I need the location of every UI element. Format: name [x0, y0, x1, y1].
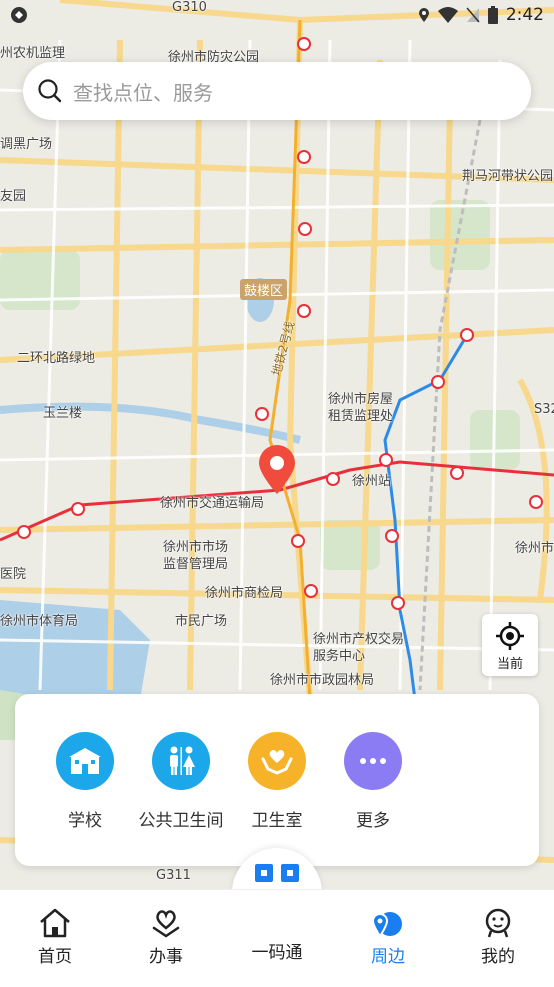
map-poi-label: 徐州市市政园林局 — [270, 673, 375, 688]
nearby-services-panel: 学校 公共卫生间 卫生室 更多 — [15, 694, 539, 866]
map-poi-label: 调黑广场 — [0, 137, 53, 152]
service-heart-icon — [152, 910, 180, 938]
map-poi-label: 徐州市商检局 — [205, 586, 284, 601]
health-room-icon — [248, 732, 306, 790]
status-time: 2:42 — [505, 5, 544, 25]
map-poi-label: 医院 — [0, 567, 27, 582]
location-pin-icon[interactable] — [256, 444, 298, 496]
service-label: 卫生室 — [251, 811, 303, 831]
district-label: 鼓楼区 — [240, 279, 288, 300]
nearby-map-icon — [371, 912, 402, 938]
map-poi-label: 市民广场 — [175, 614, 228, 629]
map-poi-label: 徐州站 — [352, 474, 392, 489]
map-poi-label: 玉兰楼 — [43, 406, 83, 421]
search-input[interactable]: 查找点位、服务 — [73, 77, 213, 106]
map-poi-label: 荆马河带状公园 — [462, 169, 554, 184]
location-status-icon — [418, 8, 429, 22]
map-poi-label: 服务中心 — [313, 649, 366, 664]
no-signal-icon — [466, 7, 480, 23]
tab-qr[interactable]: 一码通 — [232, 890, 322, 963]
wifi-icon — [437, 7, 458, 23]
more-icon — [344, 732, 402, 790]
tab-label: 我的 — [481, 947, 515, 967]
tab-label: 首页 — [38, 947, 72, 967]
school-icon — [56, 732, 114, 790]
profile-icon — [485, 908, 511, 938]
service-more[interactable]: 更多 — [328, 732, 418, 831]
map-poi-label: 徐州市体育局 — [0, 614, 79, 629]
search-bar[interactable]: 查找点位、服务 — [23, 62, 531, 120]
map-poi-label: 友园 — [0, 189, 27, 204]
tab-services[interactable]: 办事 — [121, 890, 211, 967]
tab-home[interactable]: 首页 — [10, 890, 100, 967]
search-icon — [38, 79, 62, 103]
home-icon — [40, 908, 70, 938]
tab-nearby[interactable]: 周边 — [343, 890, 433, 967]
app-notification-icon — [11, 7, 27, 23]
crosshair-icon — [496, 622, 524, 650]
tab-profile[interactable]: 我的 — [453, 890, 543, 967]
service-school[interactable]: 学校 — [40, 732, 130, 831]
map-poi-label: 监督管理局 — [163, 557, 229, 572]
locate-current-button[interactable]: 当前 — [482, 614, 538, 676]
battery-icon — [487, 6, 498, 24]
map-poi-label: G311 — [156, 868, 191, 883]
map-poi-label: 徐州市 — [515, 541, 554, 556]
service-restroom[interactable]: 公共卫生间 — [136, 732, 226, 831]
service-label: 学校 — [68, 811, 102, 831]
service-label: 更多 — [356, 811, 390, 831]
map-poi-label: 徐州市交通运输局 — [160, 496, 265, 511]
map-poi-label: S322 — [534, 402, 554, 417]
tab-label: 周边 — [371, 947, 405, 967]
map-poi-label: 二环北路绿地 — [17, 351, 96, 366]
bottom-tab-bar: 首页 办事 一码通 周边 我的 — [0, 889, 554, 987]
service-health-room[interactable]: 卫生室 — [232, 732, 322, 831]
tab-label: 办事 — [149, 947, 183, 967]
tab-label: 一码通 — [251, 943, 303, 963]
locate-label: 当前 — [496, 657, 523, 672]
service-label: 公共卫生间 — [138, 811, 224, 831]
map-poi-label: 州农机监理 — [0, 46, 66, 61]
status-bar: 2:42 — [0, 0, 554, 32]
restroom-icon — [152, 732, 210, 790]
map-poi-label: 租赁监理处 — [328, 409, 394, 424]
